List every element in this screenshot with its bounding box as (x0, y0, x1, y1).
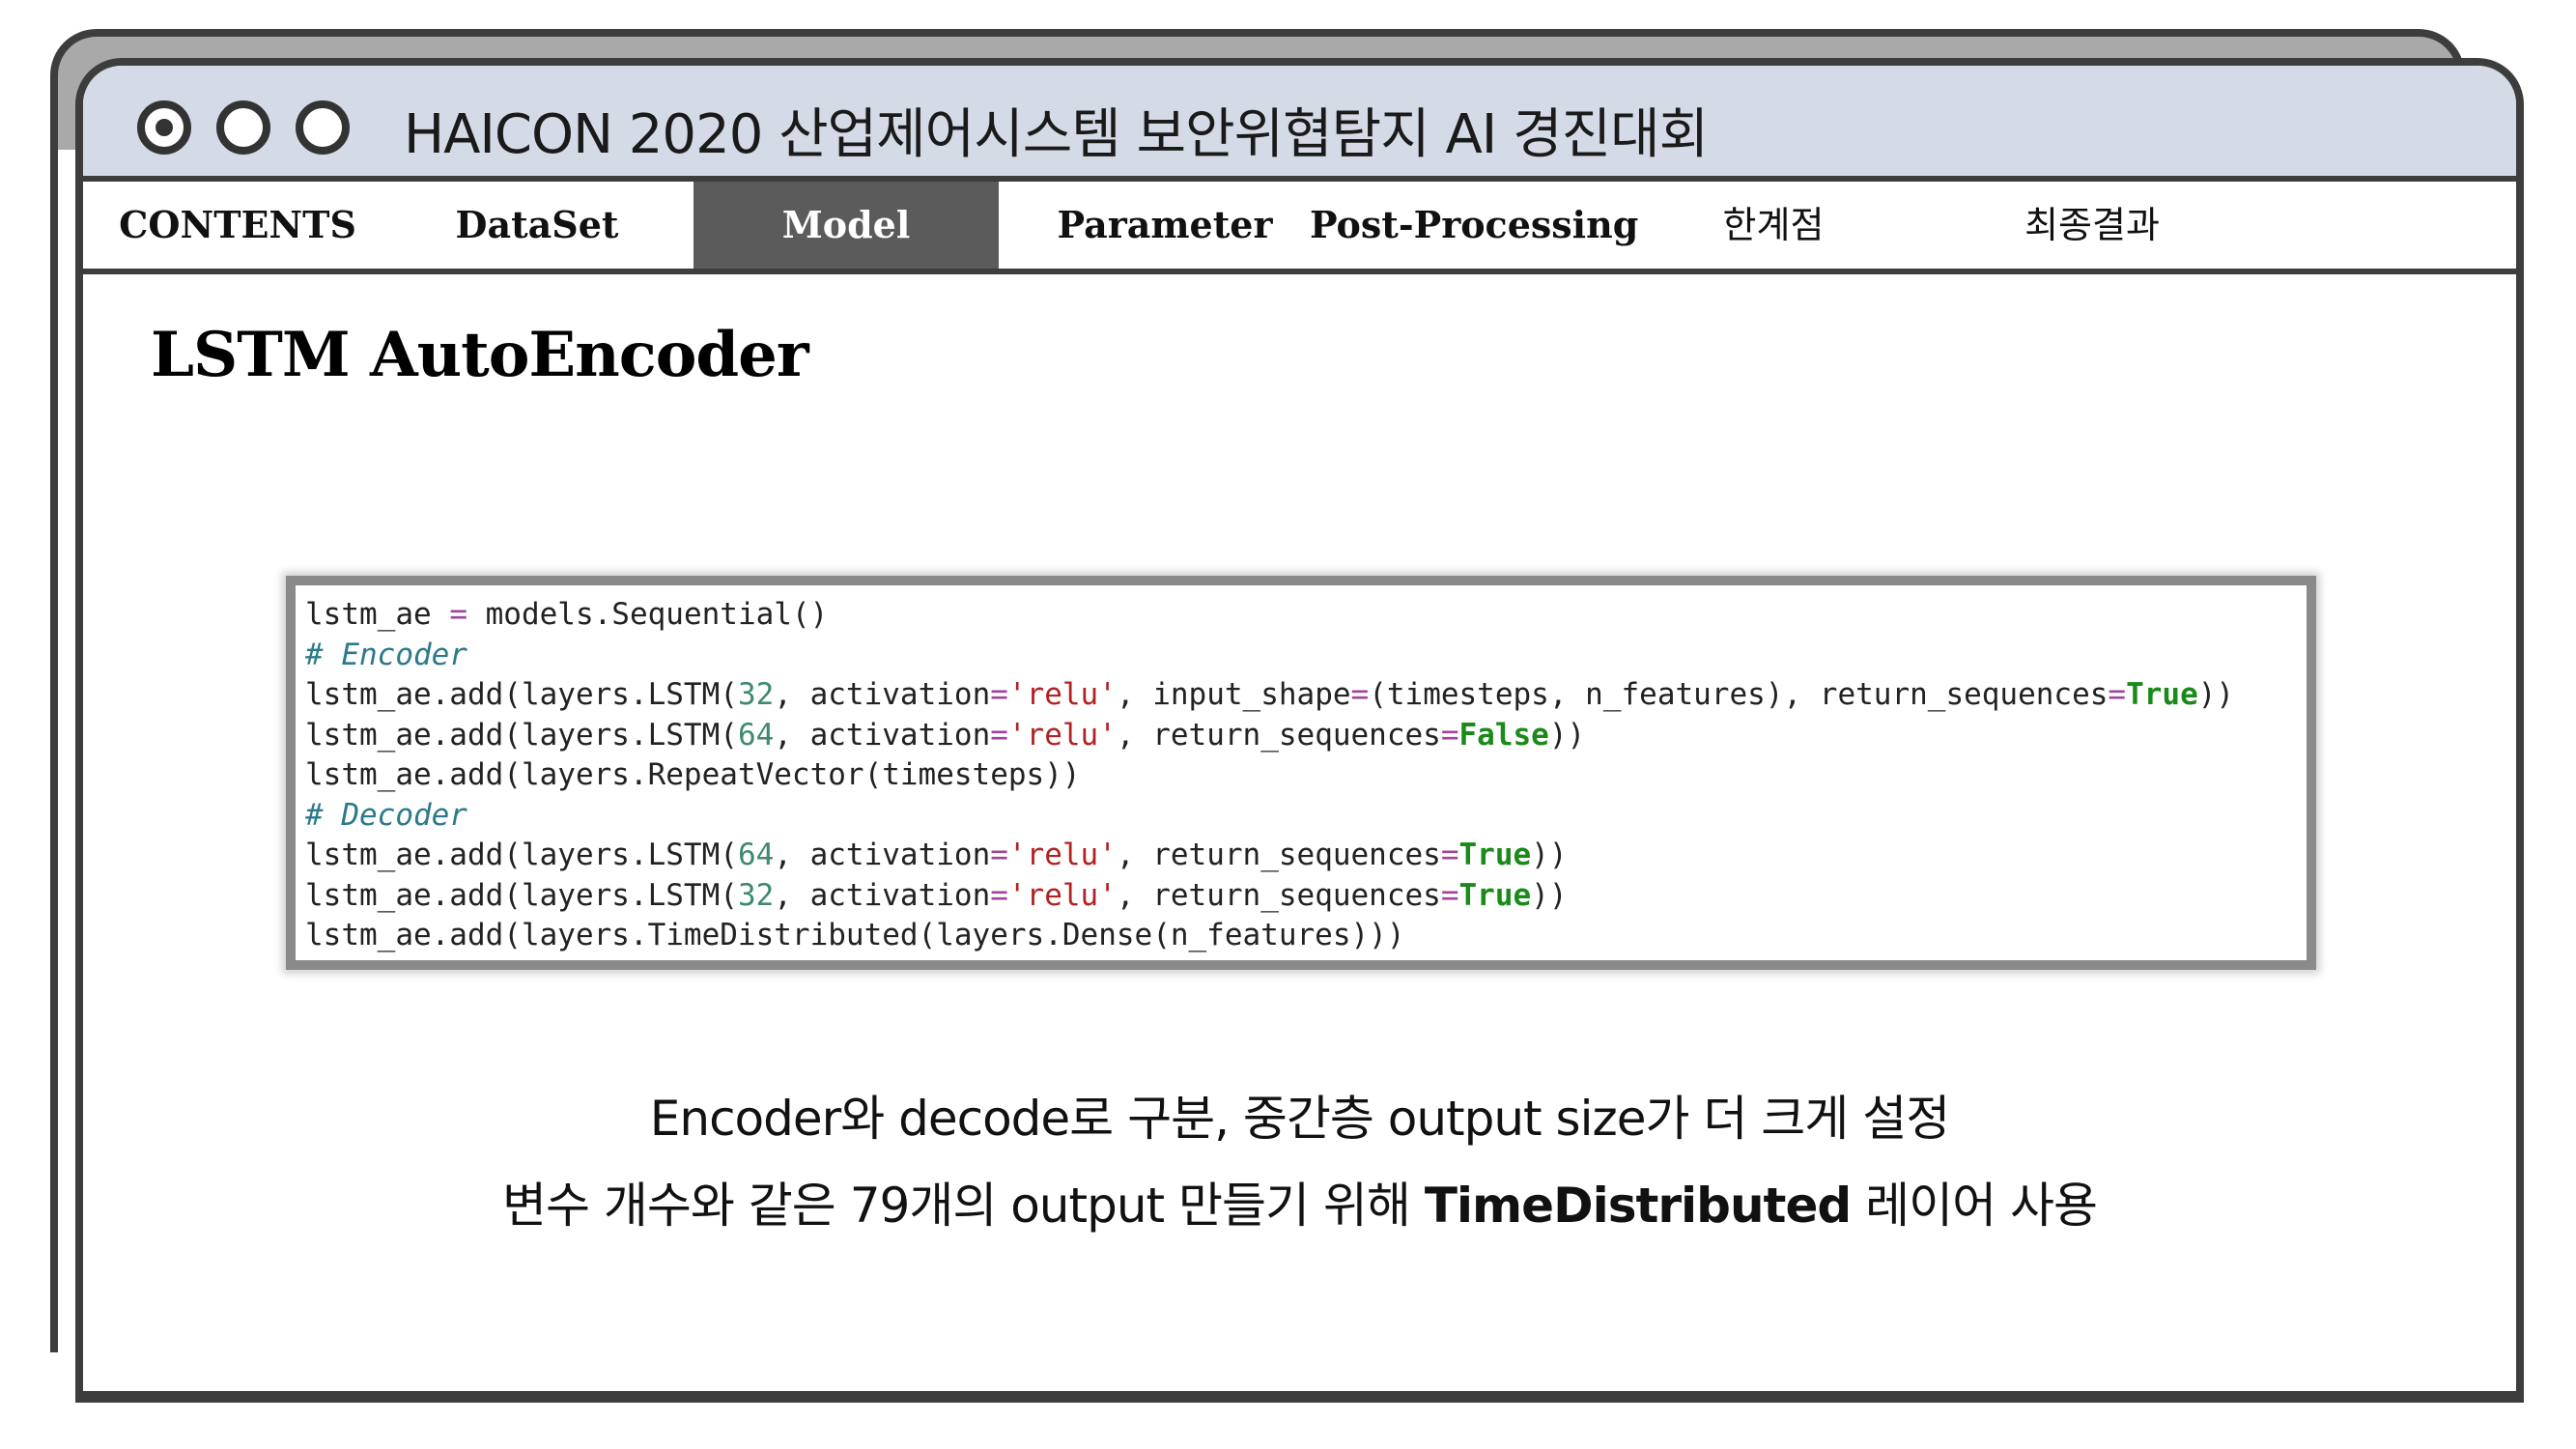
code-token: = (1440, 838, 1459, 872)
code-token: True (1458, 838, 1532, 872)
code-line: lstm_ae.add(layers.LSTM(32, activation='… (305, 876, 2307, 917)
code-token: False (1458, 717, 1549, 753)
code-token: )) (1531, 877, 1568, 913)
code-token: models.Sequential() (467, 597, 829, 632)
code-token: , activation (774, 677, 991, 712)
description-line-2-end: 레이어 사용 (1851, 1178, 2098, 1234)
code-token: # Encoder (305, 637, 467, 672)
code-token: # Decoder (305, 797, 467, 833)
window-title: HAICON 2020 산업제어시스템 보안위협탐지 AI 경진대회 (404, 103, 1709, 166)
nav-tab-contents[interactable]: CONTENTS (102, 182, 373, 269)
code-token: = (990, 838, 1008, 872)
code-token: = (1350, 677, 1370, 712)
window-bottom-edge (75, 1391, 2524, 1403)
code-token: lstm_ae.add(layers.LSTM( (305, 877, 738, 913)
code-token: 'relu' (1007, 838, 1117, 872)
code-snippet: lstm_ae = models.Sequential() # Encoder ls… (286, 576, 2316, 970)
code-line: lstm_ae = models.Sequential() (305, 595, 2307, 636)
code-token: = (449, 597, 467, 632)
title-bar: HAICON 2020 산업제어시스템 보안위협탐지 AI 경진대회 (83, 66, 2516, 182)
code-line: # Decoder (305, 796, 2307, 837)
main-window: HAICON 2020 산업제어시스템 보안위협탐지 AI 경진대회 CONTE… (75, 58, 2524, 1401)
code-token: = (1440, 877, 1459, 913)
description-highlight: TimeDistributed (1424, 1178, 1852, 1234)
code-token: lstm_ae.add(layers.LSTM( (305, 717, 738, 753)
code-token: 32 (737, 877, 775, 913)
code-token: = (2108, 677, 2127, 712)
code-line: lstm_ae.add(layers.LSTM(64, activation='… (305, 716, 2307, 756)
code-token: 64 (737, 717, 775, 753)
code-token: lstm_ae (305, 597, 450, 632)
code-token: = (990, 677, 1008, 712)
code-token: 'relu' (1007, 877, 1117, 913)
code-token: , return_sequences (1116, 877, 1441, 913)
window-circle-icon[interactable] (216, 100, 270, 155)
nav-bar: CONTENTS DataSet Model Parameter Post-Pr… (83, 182, 2516, 274)
code-line: lstm_ae.add(layers.LSTM(64, activation='… (305, 836, 2307, 876)
nav-tab-limitations[interactable]: 한계점 (1677, 182, 1870, 269)
code-token: , input_shape (1116, 677, 1351, 712)
code-token: , return_sequences (1116, 717, 1441, 753)
nav-tab-model[interactable]: Model (694, 182, 999, 269)
code-token: )) (1548, 717, 1586, 753)
nav-tab-parameter[interactable]: Parameter (1039, 182, 1290, 269)
nav-tab-dataset[interactable]: DataSet (402, 182, 672, 269)
code-line: lstm_ae.add(layers.RepeatVector(timestep… (305, 755, 2307, 796)
nav-tab-post-processing[interactable]: Post-Processing (1310, 182, 1638, 269)
code-token: = (1440, 717, 1459, 753)
code-token: True (1458, 877, 1532, 913)
code-token: )) (2197, 677, 2235, 712)
description-line-2: 변수 개수와 같은 79개의 output 만들기 위해 TimeDistrib… (83, 1167, 2516, 1236)
window-circle-icon[interactable] (296, 100, 350, 155)
code-token: True (2126, 677, 2198, 712)
code-token: lstm_ae.add(layers.RepeatVector(timestep… (305, 757, 1081, 792)
description-line-1: Encoder와 decode로 구분, 중간층 output size가 더 … (649, 1091, 1950, 1147)
code-line: lstm_ae.add(layers.LSTM(32, activation='… (305, 675, 2307, 716)
code-token: , return_sequences (1116, 838, 1441, 872)
code-token: lstm_ae.add(layers.LSTM( (305, 677, 738, 712)
code-token: 'relu' (1007, 677, 1117, 712)
code-line: # Encoder (305, 636, 2307, 676)
section-title: LSTM AutoEncoder (151, 319, 809, 391)
code-token: , activation (774, 877, 991, 913)
code-token: 'relu' (1007, 717, 1117, 753)
code-token: = (990, 717, 1008, 753)
code-token: lstm_ae.add(layers.TimeDistributed(layer… (305, 918, 1405, 952)
code-block: lstm_ae = models.Sequential() # Encoder ls… (305, 595, 2307, 960)
nav-tab-final-results[interactable]: 최종결과 (1976, 182, 2208, 269)
code-token: lstm_ae.add(layers.LSTM( (305, 838, 738, 872)
code-token: = (990, 877, 1008, 913)
code-token: )) (1531, 838, 1568, 872)
code-line: lstm_ae.add(layers.TimeDistributed(layer… (305, 916, 2307, 956)
code-token: , activation (774, 838, 991, 872)
code-token: 64 (737, 838, 775, 872)
window-record-icon[interactable] (137, 100, 191, 155)
code-token: 32 (737, 677, 775, 712)
description-line-2-start: 변수 개수와 같은 79개의 output 만들기 위해 (502, 1178, 1425, 1234)
code-token: , activation (774, 717, 991, 753)
code-token: (timesteps, n_features), return_sequence… (1369, 677, 2109, 712)
